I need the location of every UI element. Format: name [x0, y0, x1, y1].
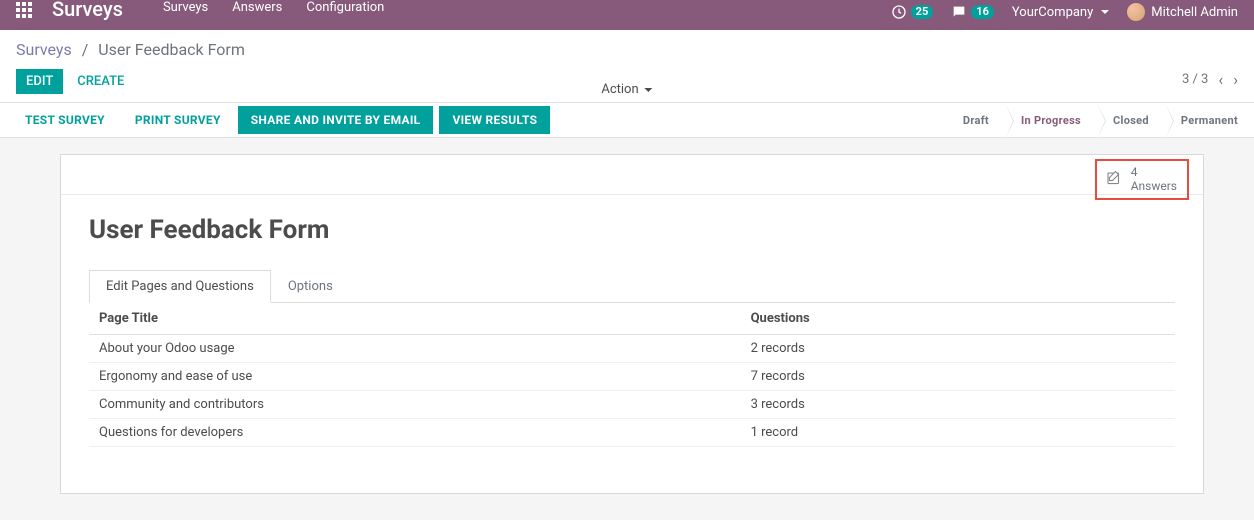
form-sheet: 4 Answers User Feedback Form Edit Pages …: [60, 154, 1204, 494]
messages-badge[interactable]: 16: [951, 4, 994, 20]
table-row[interactable]: Ergonomy and ease of use 7 records: [89, 363, 1175, 391]
nav-right: 25 16 YourCompany Mitchell Admin: [891, 3, 1238, 21]
message-count: 16: [971, 5, 994, 19]
pager-next[interactable]: ›: [1233, 70, 1238, 89]
cell-questions: 2 records: [741, 335, 1175, 363]
pager-prev[interactable]: ‹: [1218, 70, 1223, 89]
nav-configuration[interactable]: Configuration: [306, 0, 384, 15]
bar-row: Test Survey Print Survey Share and Invit…: [0, 102, 1254, 138]
nav-answers[interactable]: Answers: [232, 0, 282, 15]
table-row[interactable]: Questions for developers 1 record: [89, 419, 1175, 447]
activity-count: 25: [911, 5, 934, 19]
action-dropdown[interactable]: Action: [601, 82, 652, 97]
chevron-down-icon: [1101, 10, 1109, 14]
breadcrumb-sep: /: [82, 40, 89, 59]
answers-button[interactable]: 4 Answers: [1095, 159, 1189, 200]
edit-button[interactable]: Edit: [16, 69, 63, 94]
apps-icon[interactable]: [16, 2, 32, 18]
cell-questions: 1 record: [741, 419, 1175, 447]
status-permanent[interactable]: Permanent: [1165, 103, 1254, 137]
company-name: YourCompany: [1012, 5, 1093, 20]
cell-page-title: Ergonomy and ease of use: [89, 363, 741, 391]
table-row[interactable]: Community and contributors 3 records: [89, 391, 1175, 419]
answers-label: Answers: [1131, 179, 1177, 193]
clock-icon: [891, 4, 907, 20]
view-results-button[interactable]: View Results: [439, 106, 550, 134]
cell-page-title: About your Odoo usage: [89, 335, 741, 363]
page-title: User Feedback Form: [89, 215, 1175, 245]
col-page-title: Page Title: [89, 303, 741, 335]
edit-icon: [1105, 170, 1123, 188]
top-nav: Surveys Surveys Answers Configuration 25…: [0, 0, 1254, 30]
action-label: Action: [601, 82, 638, 97]
test-survey-button[interactable]: Test Survey: [12, 106, 118, 134]
chat-icon: [951, 4, 967, 20]
status-draft[interactable]: Draft: [947, 103, 1005, 137]
user-menu[interactable]: Mitchell Admin: [1127, 3, 1238, 21]
print-survey-button[interactable]: Print Survey: [122, 106, 234, 134]
action-buttons: Test Survey Print Survey Share and Invit…: [0, 103, 550, 137]
cell-questions: 3 records: [741, 391, 1175, 419]
create-button[interactable]: Create: [67, 69, 134, 94]
pager: 3 / 3 ‹ ›: [1182, 70, 1238, 89]
breadcrumb-root[interactable]: Surveys: [16, 40, 72, 59]
breadcrumb-current: User Feedback Form: [98, 40, 245, 59]
nav-links: Surveys Answers Configuration: [163, 0, 384, 15]
status-in-progress[interactable]: In Progress: [1005, 103, 1097, 137]
breadcrumb: Surveys / User Feedback Form: [16, 40, 245, 59]
chevron-down-icon: [645, 88, 653, 92]
tab-edit-pages[interactable]: Edit Pages and Questions: [89, 270, 271, 303]
answers-count: 4: [1131, 165, 1177, 179]
status-closed[interactable]: Closed: [1097, 103, 1165, 137]
share-invite-button[interactable]: Share and Invite by Email: [238, 106, 434, 134]
nav-surveys[interactable]: Surveys: [163, 0, 208, 15]
activity-badge[interactable]: 25: [891, 4, 934, 20]
pages-table: Page Title Questions About your Odoo usa…: [89, 303, 1175, 447]
cell-page-title: Questions for developers: [89, 419, 741, 447]
user-name: Mitchell Admin: [1151, 5, 1238, 20]
tab-options[interactable]: Options: [271, 270, 350, 303]
pager-text: 3 / 3: [1182, 72, 1208, 87]
col-questions: Questions: [741, 303, 1175, 335]
cell-page-title: Community and contributors: [89, 391, 741, 419]
avatar: [1127, 3, 1145, 21]
tabs: Edit Pages and Questions Options: [89, 269, 1175, 303]
company-dropdown[interactable]: YourCompany: [1012, 5, 1109, 20]
table-row[interactable]: About your Odoo usage 2 records: [89, 335, 1175, 363]
status-bar: Draft In Progress Closed Permanent: [947, 103, 1254, 137]
cell-questions: 7 records: [741, 363, 1175, 391]
app-title: Surveys: [52, 0, 123, 21]
